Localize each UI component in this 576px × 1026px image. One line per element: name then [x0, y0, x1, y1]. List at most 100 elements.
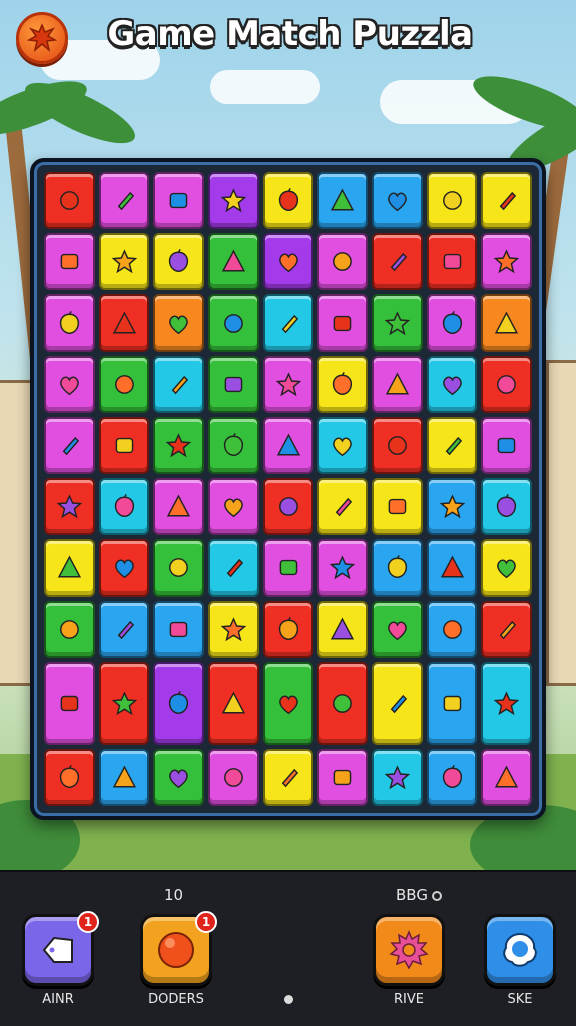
tile[interactable]: [208, 233, 259, 291]
tile[interactable]: [481, 172, 532, 230]
tile[interactable]: [44, 661, 95, 745]
ainr-button[interactable]: 1: [22, 911, 99, 986]
tile[interactable]: [317, 416, 368, 475]
tile[interactable]: [98, 416, 150, 475]
tile[interactable]: [426, 539, 478, 597]
tile[interactable]: [426, 748, 478, 806]
tile[interactable]: [481, 416, 532, 475]
fruit-icon: [223, 313, 243, 333]
tile[interactable]: [317, 661, 368, 745]
tile[interactable]: [208, 539, 259, 597]
tile[interactable]: [317, 539, 368, 597]
tile[interactable]: [262, 600, 314, 658]
tile[interactable]: [153, 416, 204, 475]
tile[interactable]: [208, 355, 259, 413]
tile[interactable]: [153, 355, 204, 413]
tile[interactable]: [98, 294, 150, 352]
tile[interactable]: [153, 539, 204, 597]
tile[interactable]: [426, 172, 478, 230]
tile[interactable]: [44, 600, 95, 658]
tile[interactable]: [481, 355, 532, 413]
tile[interactable]: [372, 478, 423, 536]
tile[interactable]: [44, 172, 95, 230]
tile[interactable]: [481, 233, 532, 291]
tile[interactable]: [481, 748, 532, 806]
tile[interactable]: [208, 294, 259, 352]
tile[interactable]: [208, 748, 259, 806]
fruit-icon: [442, 376, 462, 396]
tile[interactable]: [317, 600, 368, 658]
tile[interactable]: [317, 294, 368, 352]
tile[interactable]: [372, 661, 423, 745]
tile[interactable]: [317, 478, 368, 536]
tile[interactable]: [372, 748, 423, 806]
tile[interactable]: [262, 172, 314, 230]
tile[interactable]: [262, 478, 314, 536]
tile[interactable]: [481, 539, 532, 597]
tile[interactable]: [262, 661, 314, 745]
tile[interactable]: [426, 294, 478, 352]
tile[interactable]: [262, 748, 314, 806]
tile[interactable]: [372, 539, 423, 597]
tile[interactable]: [426, 355, 478, 413]
fruit-icon: [333, 769, 352, 786]
tile[interactable]: [153, 748, 204, 806]
tile[interactable]: [426, 416, 478, 475]
tile[interactable]: [153, 661, 204, 745]
tile[interactable]: [426, 661, 478, 745]
tile[interactable]: [98, 172, 150, 230]
tile[interactable]: [44, 233, 95, 291]
tile[interactable]: [372, 416, 423, 475]
fruit-icon: [499, 620, 517, 639]
tile[interactable]: [98, 600, 150, 658]
tile[interactable]: [372, 355, 423, 413]
tile[interactable]: [262, 355, 314, 413]
tile[interactable]: [44, 478, 95, 536]
tile[interactable]: [372, 294, 423, 352]
tile[interactable]: [372, 233, 423, 291]
tile[interactable]: [481, 478, 532, 536]
tile[interactable]: [153, 294, 204, 352]
tile[interactable]: [262, 294, 314, 352]
tile[interactable]: [208, 600, 259, 658]
tile[interactable]: [317, 233, 368, 291]
tile[interactable]: [208, 172, 259, 230]
tile[interactable]: [317, 172, 368, 230]
tile[interactable]: [153, 233, 204, 291]
tile[interactable]: [98, 233, 150, 291]
tile[interactable]: [481, 294, 532, 352]
tile[interactable]: [317, 748, 368, 806]
tile[interactable]: [208, 661, 259, 745]
fruit-icon: [387, 555, 407, 579]
tile[interactable]: [262, 539, 314, 597]
tile[interactable]: [44, 748, 95, 806]
tile[interactable]: [317, 355, 368, 413]
tile[interactable]: [262, 233, 314, 291]
tile[interactable]: [44, 294, 95, 352]
tile[interactable]: [98, 355, 150, 413]
ske-button[interactable]: [484, 914, 556, 986]
tile[interactable]: [262, 416, 314, 475]
tile[interactable]: [153, 478, 204, 536]
doders-button[interactable]: 1: [140, 911, 217, 986]
tile[interactable]: [153, 600, 204, 658]
tile[interactable]: [153, 172, 204, 230]
tile[interactable]: [44, 416, 95, 475]
tile[interactable]: [98, 661, 150, 745]
tile[interactable]: [98, 539, 150, 597]
tile[interactable]: [98, 748, 150, 806]
tile[interactable]: [372, 172, 423, 230]
tile[interactable]: [372, 600, 423, 658]
menu-button[interactable]: [16, 12, 68, 64]
tile[interactable]: [44, 539, 95, 597]
tile[interactable]: [481, 661, 532, 745]
tile[interactable]: [426, 233, 478, 291]
tile[interactable]: [44, 355, 95, 413]
tile[interactable]: [98, 478, 150, 536]
rive-button[interactable]: [373, 914, 445, 986]
tile[interactable]: [426, 478, 478, 536]
tile[interactable]: [481, 600, 532, 658]
tile[interactable]: [426, 600, 478, 658]
tile[interactable]: [208, 416, 259, 475]
tile[interactable]: [208, 478, 259, 536]
